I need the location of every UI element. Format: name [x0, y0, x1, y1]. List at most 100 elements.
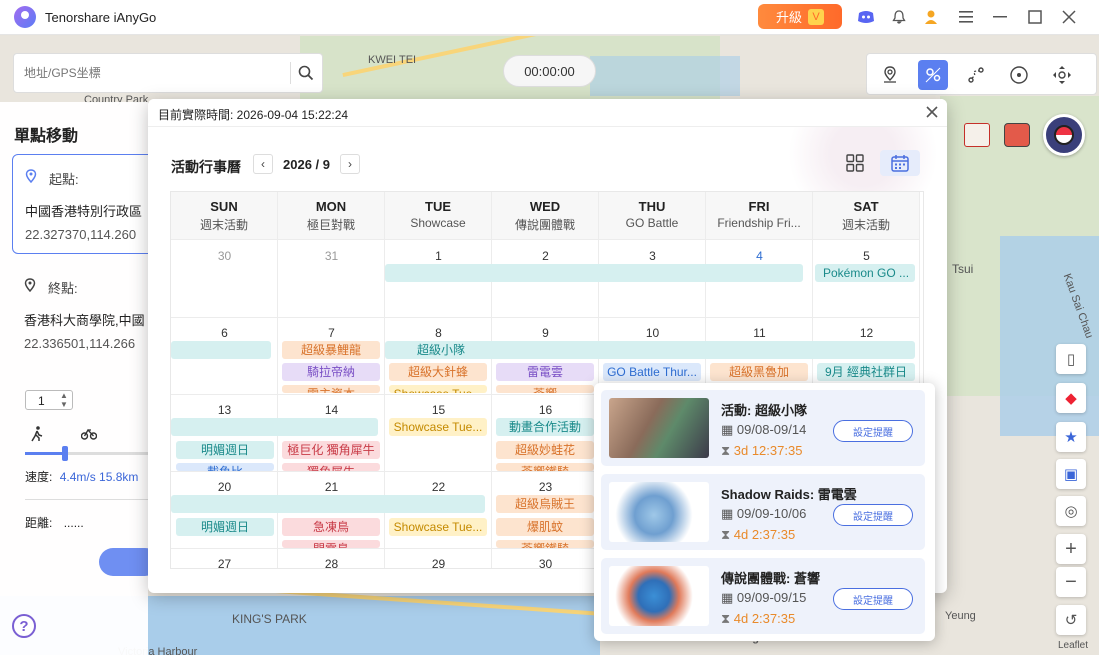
pokeball-case-icon[interactable]	[1004, 123, 1030, 147]
zoom-in-icon[interactable]: +	[1056, 534, 1086, 564]
teleport-mode-icon[interactable]	[875, 60, 905, 90]
event-bar[interactable]: 載魚比	[176, 463, 274, 471]
event-bar[interactable]: Showcase Tue...	[389, 418, 487, 436]
stepper-arrows-icon[interactable]: ▲ ▼	[60, 391, 68, 409]
set-reminder-button[interactable]: 設定提醒	[833, 588, 913, 610]
hourglass-icon: ⧗	[721, 443, 734, 458]
walk-icon[interactable]	[30, 426, 44, 445]
event-bar[interactable]	[171, 418, 378, 436]
event-bar[interactable]: 動畫合作活動	[496, 418, 594, 436]
event-bar[interactable]: 超級烏賊王	[496, 495, 594, 513]
event-date: ▦ 09/08-09/14	[721, 422, 806, 438]
route-mode-icon[interactable]	[961, 60, 991, 90]
drag-mode-icon[interactable]	[1047, 60, 1077, 90]
pokeball-icon[interactable]	[1043, 114, 1085, 156]
upgrade-label: 升級	[775, 10, 802, 25]
event-bar[interactable]: 雷主資本	[282, 385, 380, 393]
next-month-icon[interactable]: ›	[340, 154, 360, 174]
zoom-out-icon[interactable]: −	[1056, 567, 1086, 597]
refresh-icon[interactable]: ↺	[1056, 605, 1086, 635]
event-bar[interactable]: GO Battle Thur...	[603, 363, 701, 381]
close-dialog-icon[interactable]	[926, 106, 938, 121]
event-date: ▦ 09/09-09/15	[721, 590, 806, 606]
hourglass-icon: ⧗	[721, 611, 734, 626]
event-bar[interactable]: 明媚週日	[176, 441, 274, 459]
event-bar[interactable]: 超級暴鯉龍	[282, 341, 380, 359]
upgrade-button[interactable]: 升級 V	[758, 4, 842, 29]
set-reminder-button[interactable]: 設定提醒	[833, 420, 913, 442]
end-coords: 22.336501,114.266	[24, 336, 136, 351]
event-bar[interactable]: Showcase Tue...	[389, 385, 487, 393]
event-bar[interactable]: 蒼響鐵騎	[496, 463, 594, 471]
hourglass-icon: ⧗	[721, 527, 734, 542]
folder-star-icon[interactable]: ★	[1056, 422, 1086, 452]
event-bar[interactable]: 閃電鳥	[282, 540, 380, 548]
maximize-icon[interactable]	[1025, 7, 1045, 27]
start-pin-icon	[25, 169, 37, 186]
event-bar[interactable]: 蒼響	[496, 385, 594, 393]
phone-icon[interactable]: ▯	[1056, 344, 1086, 374]
calendar-view-button[interactable]	[880, 150, 920, 176]
event-countdown: ⧗ 4d 2:37:35	[721, 527, 795, 543]
event-bar[interactable]: 急凍鳥	[282, 518, 380, 536]
timer-display: 00:00:00	[503, 55, 596, 87]
calendar-tool-icon[interactable]	[964, 123, 990, 147]
calendar-small-icon: ▦	[721, 506, 737, 521]
leaflet-attribution[interactable]: Leaflet	[1058, 640, 1088, 651]
set-reminder-button[interactable]: 設定提醒	[833, 504, 913, 526]
bell-icon[interactable]	[889, 7, 909, 27]
shirt-icon[interactable]: ◆	[1056, 383, 1086, 413]
grid-view-icon[interactable]	[846, 154, 864, 175]
calendar-small-icon: ▦	[721, 422, 737, 437]
locate-icon[interactable]: ◎	[1056, 496, 1086, 526]
event-bar[interactable]: 極巨化 獨角犀牛	[282, 441, 380, 459]
joystick-mode-icon[interactable]	[1004, 60, 1034, 90]
multi-spot-mode-icon[interactable]	[918, 60, 948, 90]
account-icon[interactable]	[922, 7, 942, 27]
crown-icon: V	[808, 8, 824, 25]
event-bar[interactable]: Showcase Tue...	[389, 518, 487, 536]
menu-icon[interactable]	[956, 7, 976, 27]
event-bar[interactable]: 獨角犀牛	[282, 463, 380, 471]
mode-toolbar	[866, 53, 1097, 95]
event-bar[interactable]: 雷電雲	[496, 363, 594, 381]
bike-icon[interactable]	[80, 428, 98, 443]
start-point-box[interactable]: 起點: 中國香港特別行政區 22.327370,114.260	[12, 154, 162, 254]
event-bar[interactable]: 超級妙蛙花	[496, 441, 594, 459]
prev-month-icon[interactable]: ‹	[253, 154, 273, 174]
search-icon[interactable]	[297, 64, 315, 85]
event-bar[interactable]: 騎拉帝納	[282, 363, 380, 381]
event-bar[interactable]: 蒼響鐵騎	[496, 540, 594, 548]
count-stepper[interactable]: 1 ▲ ▼	[25, 390, 73, 410]
speed-slider-handle[interactable]	[62, 446, 68, 461]
start-label: 起點:	[49, 172, 79, 187]
event-countdown: ⧗ 3d 12:37:35	[721, 443, 802, 459]
help-icon[interactable]: ?	[12, 614, 36, 638]
close-window-icon[interactable]	[1059, 7, 1079, 27]
event-bar[interactable]: 超級小隊	[385, 341, 915, 359]
event-title: 傳說團體戰: 蒼響	[721, 571, 820, 586]
event-bar[interactable]: 超級大針蜂	[389, 363, 487, 381]
speed-slider[interactable]	[25, 446, 148, 461]
event-bar[interactable]: 9月 經典社群日	[817, 363, 915, 381]
screen-icon[interactable]: ▣	[1056, 459, 1086, 489]
event-bar[interactable]: Pokémon GO ...	[815, 264, 915, 282]
event-image	[609, 482, 709, 542]
discord-icon[interactable]	[856, 7, 876, 27]
event-card[interactable]: 傳說團體戰: 蒼響 ▦ 09/09-09/15 ⧗ 4d 2:37:35 設定提…	[601, 558, 925, 634]
minimize-icon[interactable]	[990, 7, 1010, 27]
event-bar[interactable]: 明媚週日	[176, 518, 274, 536]
event-title: 活動: 超級小隊	[721, 403, 807, 418]
event-bar[interactable]: 爆肌蚊	[496, 518, 594, 536]
event-bar[interactable]	[171, 341, 271, 359]
event-bar[interactable]	[171, 495, 485, 513]
calendar-small-icon: ▦	[721, 590, 737, 605]
event-bar[interactable]: 超級黑魯加	[710, 363, 808, 381]
event-card[interactable]: 活動: 超級小隊 ▦ 09/08-09/14 ⧗ 3d 12:37:35 設定提…	[601, 390, 925, 466]
event-bar[interactable]	[385, 264, 803, 282]
end-pin-icon	[24, 278, 36, 295]
month-label: 2026 / 9	[283, 157, 330, 172]
search-input[interactable]	[24, 63, 284, 83]
event-card[interactable]: Shadow Raids: 雷電雲 ▦ 09/09-10/06 ⧗ 4d 2:3…	[601, 474, 925, 550]
title-bar: Tenorshare iAnyGo 升級 V	[0, 0, 1099, 35]
